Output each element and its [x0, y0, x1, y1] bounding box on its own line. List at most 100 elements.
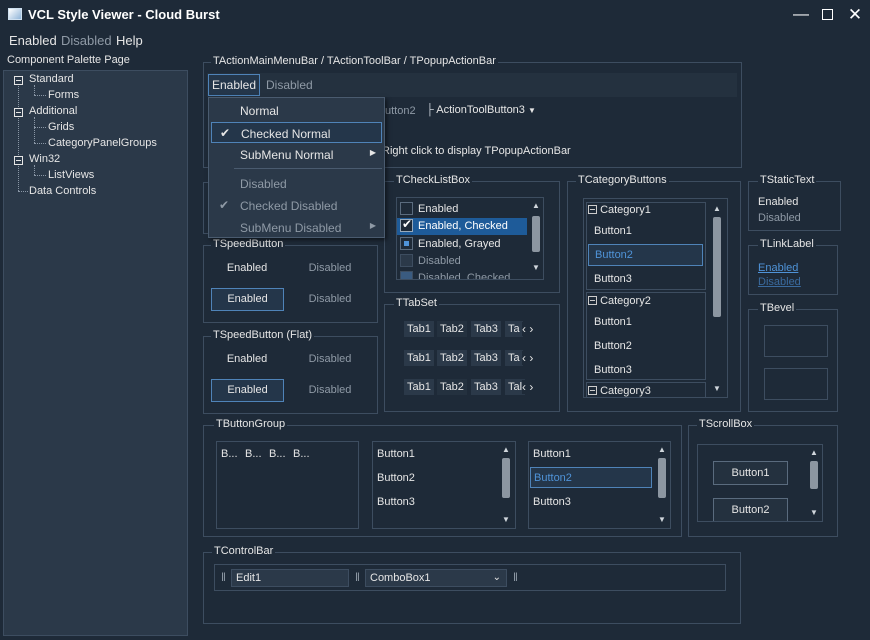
scroll-thumb[interactable] — [532, 216, 540, 252]
button-group-item[interactable]: B... — [269, 448, 286, 460]
tab[interactable]: Ta — [505, 350, 523, 366]
button-group-item[interactable]: Button1 — [377, 448, 415, 460]
checkbox[interactable] — [400, 254, 413, 267]
category-buttons[interactable]: Category1 Button1 Button2 Button3 Catego… — [583, 198, 728, 398]
scrollbar[interactable]: ▲ ▼ — [712, 199, 722, 397]
scroll-thumb[interactable] — [502, 458, 510, 498]
tabset-row[interactable]: Tab1 Tab2 Tab3 Ta ‹ › — [404, 350, 546, 368]
menu-disabled[interactable]: Disabled — [61, 33, 112, 48]
scroll-thumb[interactable] — [658, 458, 666, 498]
category-header[interactable]: Category3 — [588, 385, 651, 397]
chevron-up-icon[interactable]: ▲ — [657, 446, 667, 454]
checklist-item[interactable]: Enabled — [397, 201, 527, 217]
scroll-box-button[interactable]: Button2 — [713, 498, 788, 521]
chevron-down-icon[interactable]: ⌄ — [493, 572, 501, 583]
flat-button-enabled-down[interactable]: Enabled — [211, 379, 284, 402]
checkbox[interactable] — [400, 237, 413, 250]
chevron-down-icon[interactable]: ▼ — [809, 509, 819, 517]
menu-item-normal[interactable]: Normal — [209, 100, 384, 121]
checklistbox[interactable]: Enabled ✔ Enabled, Checked Enabled, Gray… — [396, 197, 544, 280]
speed-button-enabled[interactable]: Enabled — [212, 262, 282, 274]
combobox1[interactable]: ComboBox1 ⌄ — [365, 569, 507, 587]
checklist-item[interactable]: Enabled, Grayed — [397, 236, 527, 252]
tree-collapse-icon[interactable] — [14, 156, 23, 165]
action-tool-button2[interactable]: utton2 — [385, 105, 416, 117]
tab[interactable]: Ta — [505, 321, 523, 337]
tab-scroll-icon[interactable]: ‹ › — [522, 380, 546, 394]
speed-button-disabled[interactable]: Disabled — [295, 262, 365, 274]
chevron-up-icon[interactable]: ▲ — [809, 449, 819, 457]
menu-item-submenu-normal[interactable]: SubMenu Normal ▶ — [209, 144, 384, 165]
category-header[interactable]: Category1 — [588, 204, 651, 216]
chevron-down-icon[interactable]: ▼ — [712, 385, 722, 393]
category-header[interactable]: Category2 — [588, 295, 651, 307]
category-button[interactable]: Button1 — [594, 316, 632, 328]
scroll-box[interactable]: Button1 Button2 ▲ ▼ — [697, 444, 823, 522]
link-label-enabled[interactable]: Enabled — [758, 262, 798, 274]
scrollbar[interactable]: ▲ ▼ — [657, 442, 667, 528]
category-button[interactable]: Button3 — [594, 364, 632, 376]
tree-item-categorypanelgroups[interactable]: CategoryPanelGroups — [48, 137, 157, 149]
checklist-item[interactable]: Disabled, Checked — [397, 270, 527, 279]
menu-item-submenu-disabled[interactable]: SubMenu Disabled ▶ — [209, 217, 384, 238]
grip-icon[interactable]: ‖ — [355, 570, 360, 584]
checkbox[interactable] — [400, 271, 413, 279]
menu-item-checked-normal[interactable]: ✔ Checked Normal — [211, 122, 382, 143]
speed-button-enabled-down[interactable]: Enabled — [211, 288, 284, 311]
tab[interactable]: Tab1 — [404, 379, 434, 395]
maximize-icon[interactable] — [818, 6, 836, 24]
tab[interactable]: Tab1 — [404, 321, 434, 337]
scroll-thumb[interactable] — [810, 461, 818, 489]
tree-collapse-icon[interactable] — [14, 108, 23, 117]
tab[interactable]: Tab2 — [437, 379, 467, 395]
button-group-list-selected[interactable]: Button1 Button2 Button3 ▲ ▼ — [528, 441, 671, 529]
button-group-item[interactable]: Button2 — [377, 472, 415, 484]
menu-item-disabled[interactable]: Disabled — [209, 173, 384, 194]
close-icon[interactable]: ✕ — [846, 6, 864, 24]
tab-scroll-icon[interactable]: ‹ › — [522, 322, 546, 336]
chevron-down-icon[interactable]: ▼ — [531, 264, 541, 272]
scroll-box-button[interactable]: Button1 — [713, 461, 788, 485]
minimize-icon[interactable]: — — [792, 6, 810, 24]
tree-collapse-icon[interactable] — [14, 76, 23, 85]
tab[interactable]: Tab2 — [437, 350, 467, 366]
chevron-up-icon[interactable]: ▲ — [531, 202, 541, 210]
grip-icon[interactable]: ‖ — [513, 570, 518, 584]
tab-scroll-icon[interactable]: ‹ › — [522, 351, 546, 365]
edit1-input[interactable]: Edit1 — [231, 569, 349, 587]
tree-item-forms[interactable]: Forms — [48, 89, 79, 101]
button-group-item-selected[interactable]: Button2 — [530, 467, 652, 488]
checkbox[interactable] — [400, 202, 413, 215]
menu-item-checked-disabled[interactable]: ✔ Checked Disabled — [209, 195, 384, 216]
action-tool-button3[interactable]: ├ ActionToolButton3 ▼ — [426, 104, 536, 116]
scrollbar[interactable]: ▲ ▼ — [531, 198, 541, 279]
button-group-item[interactable]: B... — [245, 448, 262, 460]
checkbox[interactable]: ✔ — [400, 217, 413, 232]
flat-button-disabled-down[interactable]: Disabled — [295, 384, 365, 396]
button-group-compact[interactable]: B... B... B... B... — [216, 441, 359, 529]
button-group-item[interactable]: Button3 — [533, 496, 571, 508]
chevron-up-icon[interactable]: ▲ — [712, 205, 722, 213]
action-menu-enabled[interactable]: Enabled — [208, 74, 260, 96]
category-button-selected[interactable]: Button2 — [588, 244, 703, 266]
chevron-up-icon[interactable]: ▲ — [501, 446, 511, 454]
tabset-row[interactable]: Tab1 Tab2 Tab3 Tal ‹ › — [404, 379, 546, 397]
button-group-item[interactable]: Button3 — [377, 496, 415, 508]
flat-button-enabled[interactable]: Enabled — [212, 353, 282, 365]
control-bar[interactable]: ‖ Edit1 ‖ ComboBox1 ⌄ ‖ — [214, 564, 726, 591]
menu-enabled[interactable]: Enabled — [9, 33, 57, 48]
chevron-down-icon[interactable]: ▼ — [501, 516, 511, 524]
palette-tree[interactable]: Standard Forms Additional Grids Category… — [3, 70, 188, 636]
menu-help[interactable]: Help — [116, 33, 143, 48]
category-button[interactable]: Button3 — [594, 273, 632, 285]
checklist-item[interactable]: ✔ Enabled, Checked — [397, 217, 527, 235]
tab[interactable]: Tab3 — [471, 350, 501, 366]
tab[interactable]: Tab3 — [471, 379, 501, 395]
scrollbar[interactable]: ▲ ▼ — [501, 442, 511, 528]
scroll-thumb[interactable] — [713, 217, 721, 317]
tree-item-data-controls[interactable]: Data Controls — [29, 185, 96, 197]
scrollbar[interactable]: ▲ ▼ — [809, 445, 819, 521]
tree-item-additional[interactable]: Additional — [29, 105, 77, 117]
tree-item-standard[interactable]: Standard — [29, 73, 74, 85]
tree-item-win32[interactable]: Win32 — [29, 153, 60, 165]
